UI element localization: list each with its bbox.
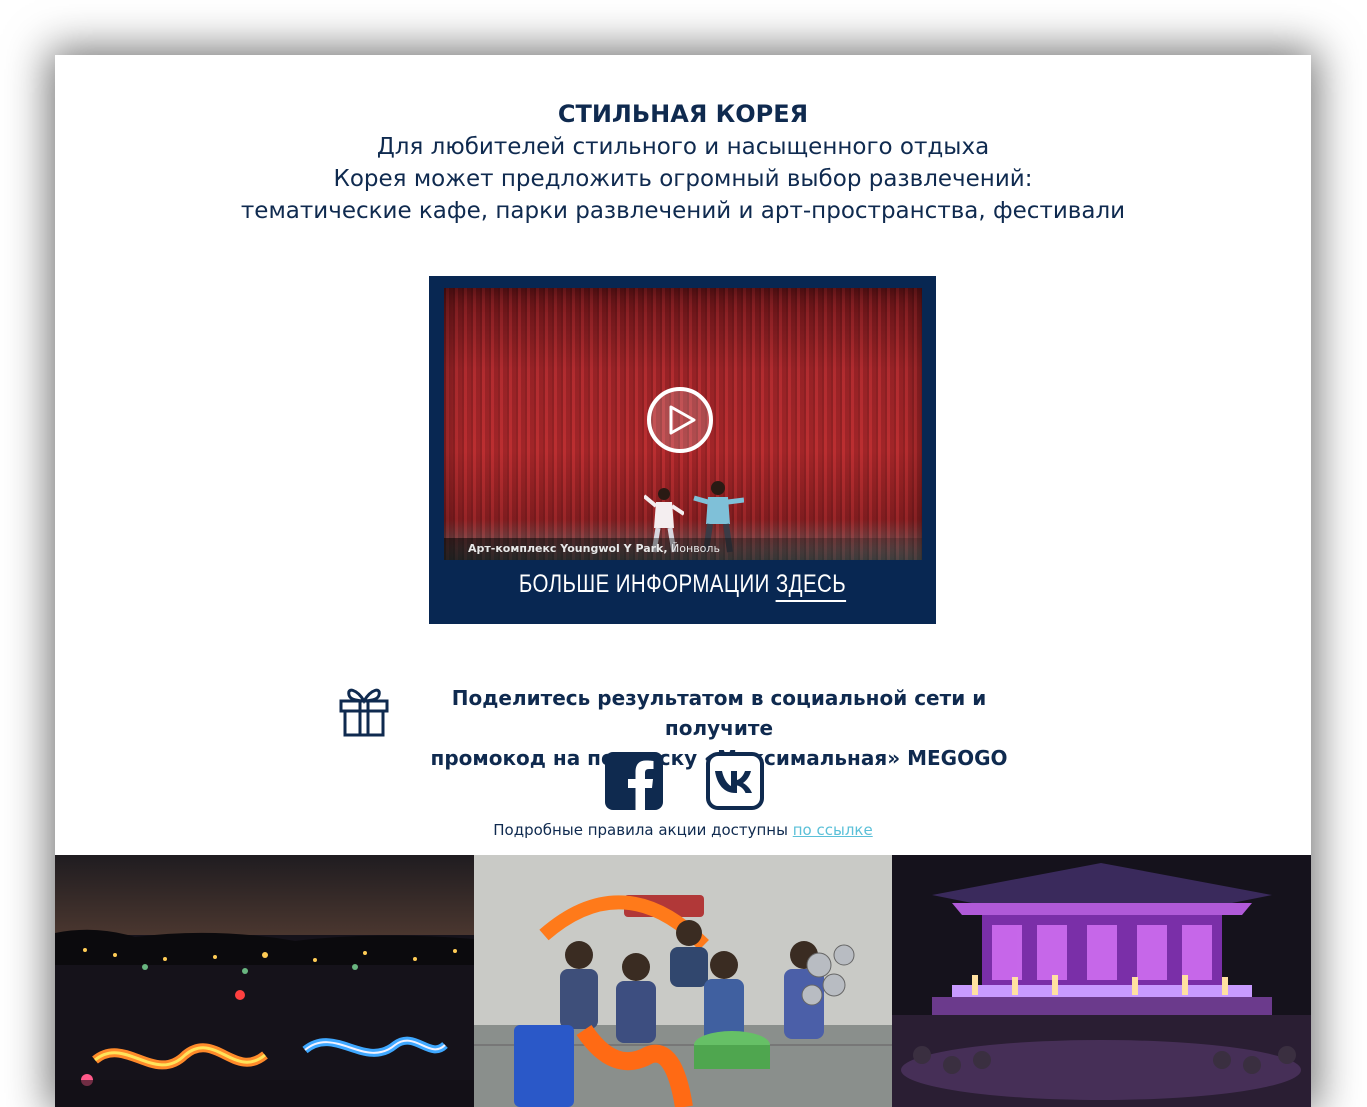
gift-icon (339, 688, 389, 737)
social-buttons (605, 752, 765, 810)
more-info-link[interactable]: БОЛЬШЕ ИНФОРМАЦИИ ЗДЕСЬ (475, 570, 891, 602)
promo-line-1: Поделитесь результатом в социальной сети… (451, 686, 987, 740)
video-caption: Арт-комплекс Youngwol Y Park, Йонволь (468, 542, 720, 555)
photo-palace-night (892, 855, 1311, 1107)
vk-icon[interactable] (706, 752, 764, 810)
more-info-label: БОЛЬШЕ ИНФОРМАЦИИ (518, 570, 776, 598)
rules-text: Подробные правила акции доступны по ссыл… (55, 821, 1311, 839)
more-info-here-link[interactable]: ЗДЕСЬ (775, 570, 847, 602)
caption-place: Арт-комплекс Youngwol Y Park, (468, 542, 668, 555)
section-title: СТИЛЬНАЯ КОРЕЯ (557, 100, 809, 128)
intro-line-3: тематические кафе, парки развлечений и а… (240, 198, 1126, 224)
video-player[interactable]: Арт-комплекс Youngwol Y Park, Йонволь (444, 288, 922, 560)
play-icon (669, 405, 696, 435)
video-block: Арт-комплекс Youngwol Y Park, Йонволь БО… (429, 276, 936, 624)
facebook-icon[interactable] (605, 752, 663, 810)
photo-lantern-festival (55, 855, 474, 1107)
share-promo: Поделитесь результатом в социальной сети… (339, 683, 1039, 770)
play-button[interactable] (647, 387, 713, 453)
rules-link[interactable]: по ссылке (793, 821, 873, 839)
intro-line-2: Корея может предложить огромный выбор ра… (333, 166, 1033, 192)
photo-performers (474, 855, 892, 1107)
intro-line-1: Для любителей стильного и насыщенного от… (376, 134, 990, 160)
promo-card: СТИЛЬНАЯ КОРЕЯ Для любителей стильного и… (55, 55, 1311, 1107)
caption-city: Йонволь (667, 542, 720, 555)
rules-label: Подробные правила акции доступны (493, 821, 793, 839)
intro-section: СТИЛЬНАЯ КОРЕЯ Для любителей стильного и… (55, 97, 1311, 227)
photo-strip (55, 855, 1311, 1107)
